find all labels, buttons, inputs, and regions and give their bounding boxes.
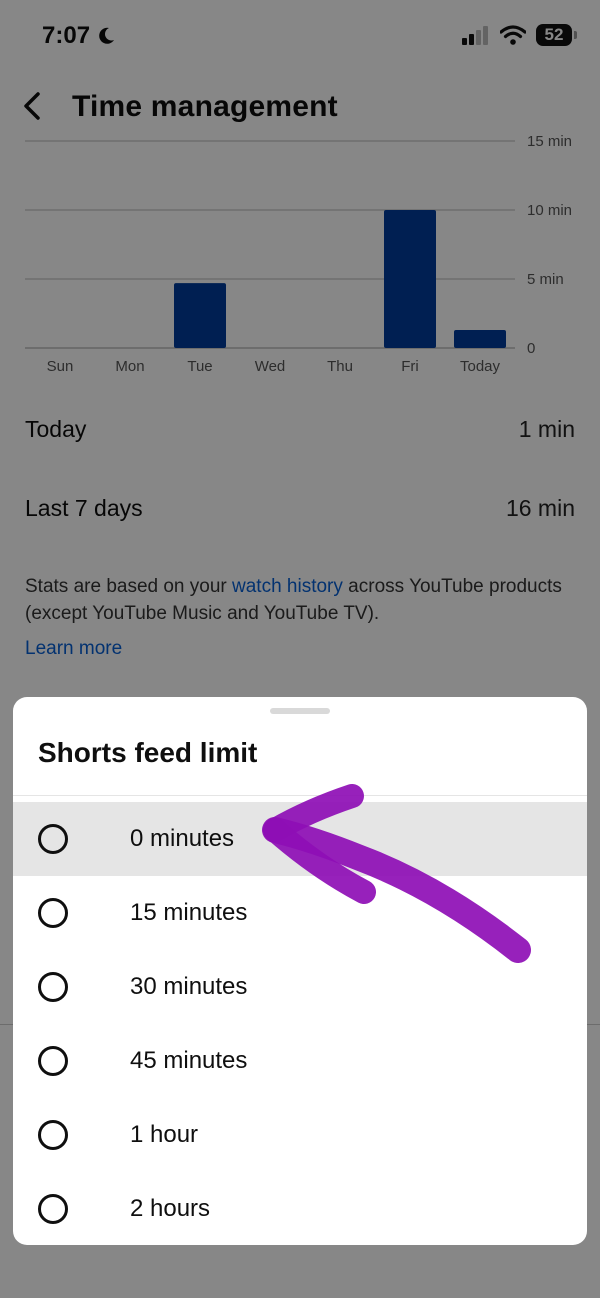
radio-button-icon[interactable] — [38, 1120, 68, 1150]
option-0-minutes[interactable]: 0 minutes — [13, 802, 587, 876]
radio-button-icon[interactable] — [38, 824, 68, 854]
option-15-minutes[interactable]: 15 minutes — [13, 876, 587, 950]
option-1-hour[interactable]: 1 hour — [13, 1098, 587, 1172]
sheet-title: Shorts feed limit — [38, 737, 258, 768]
drag-handle[interactable] — [270, 708, 330, 714]
option-label: 30 minutes — [130, 973, 248, 1000]
option-label: 15 minutes — [130, 899, 248, 926]
option-label: 1 hour — [130, 1121, 199, 1148]
option-label: 45 minutes — [130, 1047, 248, 1074]
option-45-minutes[interactable]: 45 minutes — [13, 1024, 587, 1098]
option-label: 0 minutes — [130, 825, 235, 852]
radio-button-icon[interactable] — [38, 898, 68, 928]
option-30-minutes[interactable]: 30 minutes — [13, 950, 587, 1024]
sheet-divider — [13, 795, 587, 796]
option-2-hours[interactable]: 2 hours — [13, 1172, 587, 1245]
radio-button-icon[interactable] — [38, 972, 68, 1002]
option-label: 2 hours — [130, 1195, 211, 1222]
radio-button-icon[interactable] — [38, 1194, 68, 1224]
limit-options: 0 minutes 15 minutes 30 minutes 45 minut… — [13, 802, 587, 1245]
shorts-limit-sheet: Shorts feed limit 0 minutes 15 minutes 3… — [13, 697, 587, 1245]
radio-button-icon[interactable] — [38, 1046, 68, 1076]
